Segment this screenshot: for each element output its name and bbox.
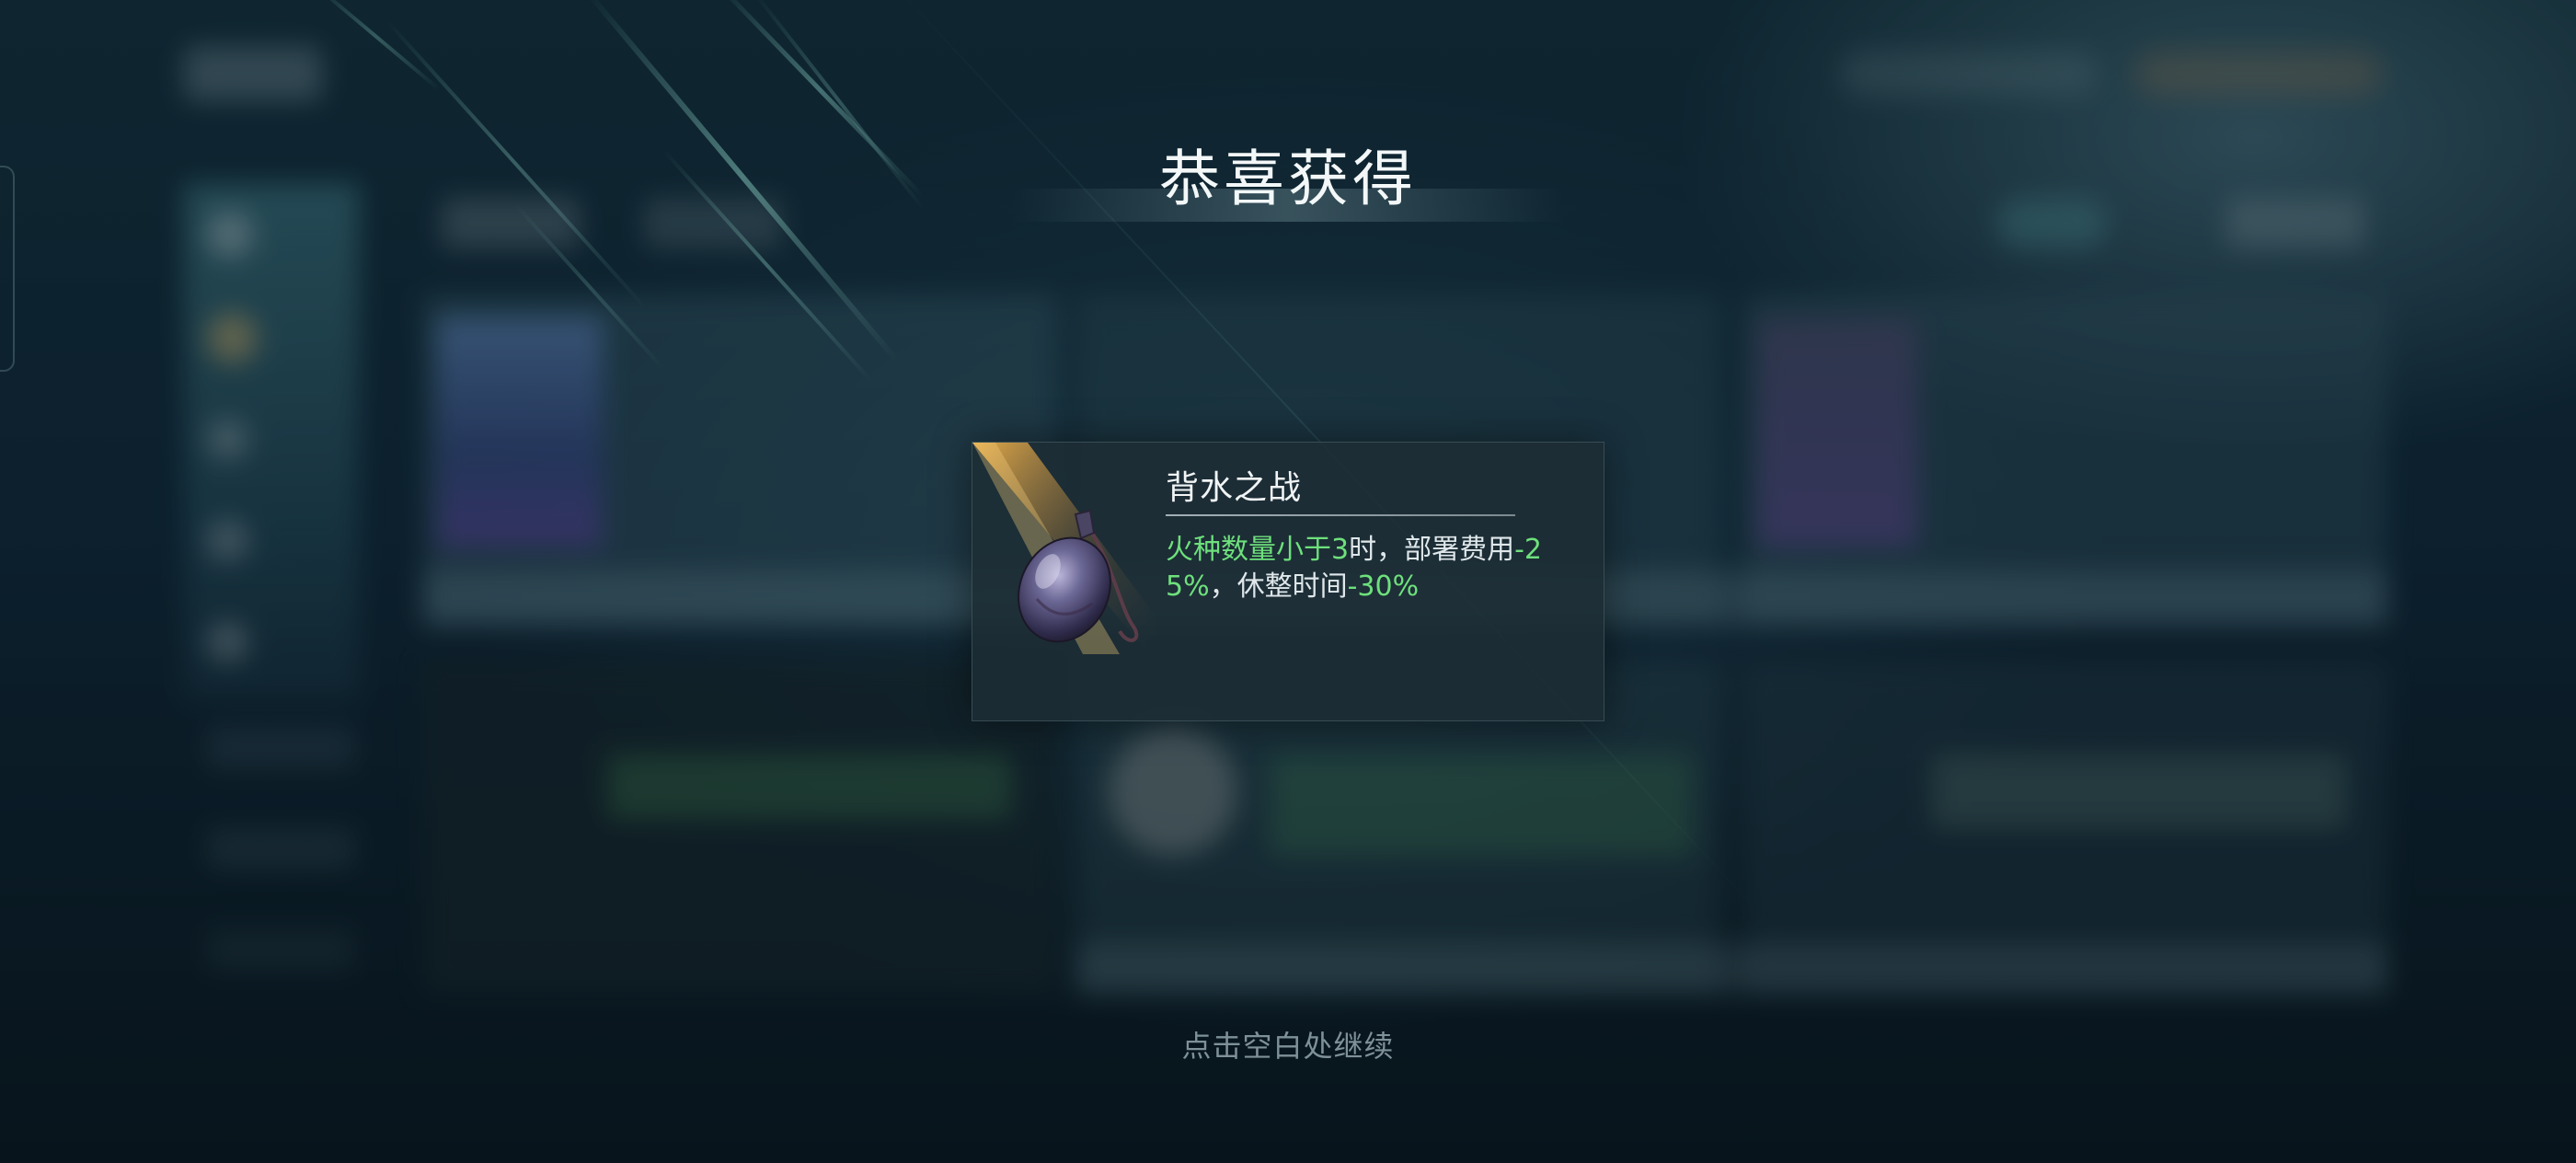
continue-hint: 点击空白处继续 [1181,1029,1395,1064]
title-text: 恭喜获得 [1159,144,1417,214]
gourd-flask-icon [972,443,1156,663]
desc-condition: 火种数量小于3 [1166,534,1350,566]
reward-card: 背水之战 火种数量小于3时，部署费用-25%，休整时间-30% [972,442,1604,721]
divider [1166,514,1515,516]
reward-item-name: 背水之战 [1166,469,1303,507]
desc-text: ，休整时间 [1209,570,1348,603]
reward-item-description: 火种数量小于3时，部署费用-25%，休整时间-30% [1166,532,1580,605]
desc-value-rest: -30% [1347,570,1420,603]
desc-text: 时，部署费用 [1349,534,1515,566]
reward-title: 恭喜获得 [1012,138,1564,230]
